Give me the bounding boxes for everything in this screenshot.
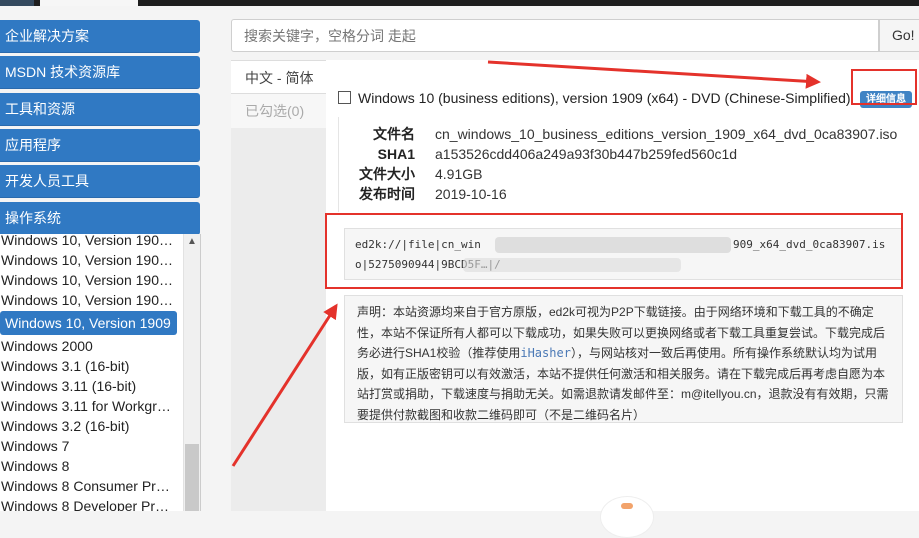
info-label: 发布时间 (359, 186, 415, 202)
info-value: a153526cdd406a249a93f30b447b259fed560c1d (435, 146, 738, 162)
os-list[interactable]: Windows 10, Version 190… Windows 10, Ver… (0, 234, 201, 511)
list-item[interactable]: Windows 3.11 (16-bit) (0, 376, 183, 396)
language-tabs: 中文 - 简体 已勾选(0) (231, 60, 327, 511)
sidebar-item-msdn-library[interactable]: MSDN 技术资源库 (0, 56, 200, 89)
info-value: 4.91GB (435, 166, 483, 182)
list-item[interactable]: Windows 8 Developer Pr… (0, 496, 183, 511)
widget-icon (621, 503, 633, 509)
item-title[interactable]: Windows 10 (business editions), version … (358, 88, 860, 108)
sidebar-item-applications[interactable]: 应用程序 (0, 129, 200, 162)
sidebar-item-tools[interactable]: 工具和资源 (0, 93, 200, 126)
list-item[interactable]: Windows 2000 (0, 336, 183, 356)
floating-widget[interactable] (600, 496, 654, 538)
file-info: 文件名 cn_windows_10_business_editions_vers… (338, 117, 919, 212)
search-input[interactable] (231, 19, 879, 52)
sidebar-item-enterprise[interactable]: 企业解决方案 (0, 20, 200, 53)
disclaimer-notice: 声明：本站资源均来自于官方原版，ed2k可视为P2P下载链接。由于网络环境和下载… (344, 295, 903, 423)
info-value: 2019-10-16 (435, 186, 507, 202)
list-item[interactable]: Windows 10, Version 190… (0, 234, 183, 250)
list-item[interactable]: Windows 7 (0, 436, 183, 456)
sidebar-item-developer-tools[interactable]: 开发人员工具 (0, 165, 200, 198)
scrollbar[interactable]: ▲ (183, 234, 200, 511)
info-value: cn_windows_10_business_editions_version_… (435, 126, 898, 142)
sidebar-item-operating-systems[interactable]: 操作系统 (0, 202, 200, 235)
list-item[interactable]: Windows 3.11 for Workgr… (0, 396, 183, 416)
info-label: 文件大小 (359, 166, 415, 182)
annotation-box-detail (851, 69, 917, 105)
list-item[interactable]: Windows 8 (0, 456, 183, 476)
scrollbar-thumb[interactable] (185, 444, 199, 511)
tab-chinese-simplified[interactable]: 中文 - 简体 (231, 60, 326, 94)
list-item[interactable]: Windows 3.1 (16-bit) (0, 356, 183, 376)
list-item[interactable]: Windows 10, Version 190… (0, 270, 183, 290)
list-item-selected[interactable]: Windows 10, Version 1909 (0, 311, 177, 335)
scroll-up-icon[interactable]: ▲ (186, 236, 198, 248)
info-label: 文件名 (373, 126, 415, 142)
list-item[interactable]: Windows 3.2 (16-bit) (0, 416, 183, 436)
list-item[interactable]: Windows 8 Consumer Pr… (0, 476, 183, 496)
sidebar: 企业解决方案 MSDN 技术资源库 工具和资源 应用程序 开发人员工具 操作系统… (0, 0, 210, 511)
annotation-box-ed2k (325, 213, 903, 289)
item-checkbox[interactable] (338, 91, 351, 104)
list-item[interactable]: Windows 10, Version 190… (0, 250, 183, 270)
info-label: SHA1 (377, 146, 415, 162)
tab-checked[interactable]: 已勾选(0) (231, 94, 326, 128)
search-go-button[interactable]: Go! (879, 19, 919, 52)
ihasher-link[interactable]: iHasher (520, 346, 571, 360)
list-item[interactable]: Windows 10, Version 190… (0, 290, 183, 310)
